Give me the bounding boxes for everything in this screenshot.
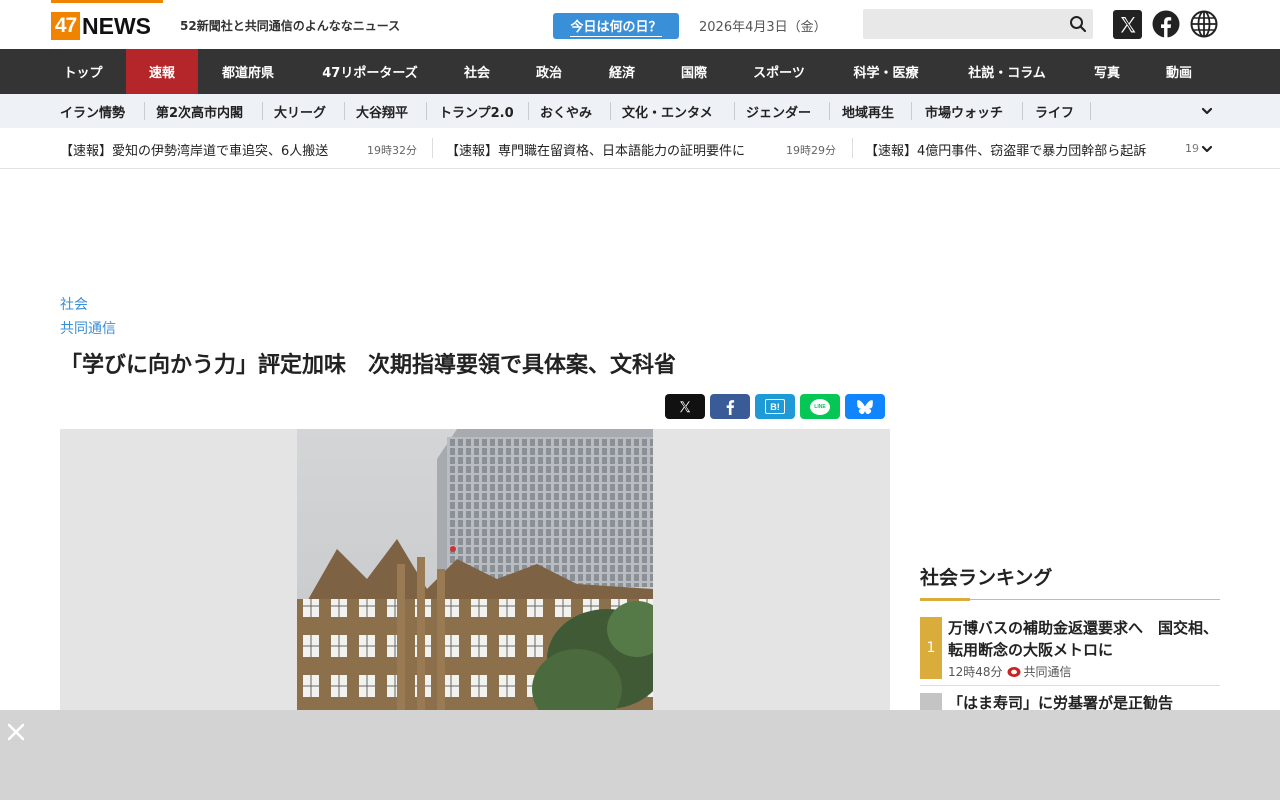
topic-divider (610, 102, 611, 120)
share-facebook-button[interactable] (710, 394, 750, 419)
ranking-accent-bar (920, 598, 970, 601)
nav-item-international[interactable]: 国際 (658, 49, 730, 94)
ranking-item-time: 12時48分 (948, 665, 1003, 679)
logo-number: 47 (51, 12, 80, 40)
nav-item-science[interactable]: 科学・医療 (828, 49, 944, 94)
nav-item-sports[interactable]: スポーツ (730, 49, 828, 94)
ticker-headline[interactable]: 【速報】4億円事件、窃盗罪で暴力団幹部ら起訴 (865, 140, 1146, 159)
rank-number: 1 (920, 617, 942, 679)
topic-divider (528, 102, 529, 120)
topic-divider (144, 102, 145, 120)
nav-item-politics[interactable]: 政治 (512, 49, 586, 94)
chevron-down-icon[interactable] (1200, 142, 1214, 156)
bottom-ad-banner (0, 710, 1280, 800)
topic-item-regional[interactable]: 地域再生 (842, 94, 894, 128)
close-icon[interactable] (6, 722, 26, 742)
globe-icon[interactable] (1190, 10, 1218, 38)
ranking-heading: 社会ランキング (920, 567, 1053, 589)
article-category-link[interactable]: 社会 (60, 294, 88, 314)
logo-name: NEWS (82, 12, 151, 39)
site-header: 47 NEWS 52新聞社と共同通信のよんななニュース 今日は何の日？ 2026… (0, 0, 1280, 49)
topic-divider (829, 102, 830, 120)
logo-accent-bar (51, 0, 163, 3)
hatena-icon: B! (765, 399, 785, 414)
article-title: 「学びに向かう力」評定加味 次期指導要領で具体案、文科省 (60, 353, 677, 378)
share-bluesky-button[interactable] (845, 394, 885, 419)
nav-item-editorial[interactable]: 社説・コラム (944, 49, 1070, 94)
topic-item-obituaries[interactable]: おくやみ (540, 94, 592, 128)
chevron-down-icon[interactable] (1200, 104, 1214, 118)
topic-item-iran[interactable]: イラン情勢 (60, 94, 125, 128)
today-in-history-button[interactable]: 今日は何の日？ (553, 13, 679, 39)
nav-item-videos[interactable]: 動画 (1144, 49, 1214, 94)
topic-divider (1022, 102, 1023, 120)
article-photo[interactable] (297, 429, 653, 719)
share-line-button[interactable]: LINE (800, 394, 840, 419)
topic-item-ohtani[interactable]: 大谷翔平 (356, 94, 408, 128)
topic-item-gender[interactable]: ジェンダー (746, 94, 811, 128)
ranking-item-source: 共同通信 (1023, 665, 1072, 679)
topic-divider (734, 102, 735, 120)
topic-nav: イラン情勢 第2次高市内閣 大リーグ 大谷翔平 トランプ2.0 おくやみ 文化・… (0, 94, 1280, 128)
nav-item-society[interactable]: 社会 (442, 49, 512, 94)
main-nav: トップ 速報 都道府県 47リポーターズ 社会 政治 経済 国際 スポーツ 科学… (0, 49, 1280, 94)
topic-item-mlb[interactable]: 大リーグ (274, 94, 326, 128)
topic-divider (911, 102, 912, 120)
ticker-time: 19時29分 (786, 144, 836, 157)
nav-item-economy[interactable]: 経済 (586, 49, 658, 94)
topic-item-life[interactable]: ライフ (1035, 94, 1074, 128)
x-icon (680, 400, 691, 412)
breaking-news-ticker: 【速報】愛知の伊勢湾岸道で車追突、6人搬送 19時32分 【速報】専門職在留資格… (0, 128, 1280, 169)
topic-divider (344, 102, 345, 120)
building-photo-illustration (297, 429, 653, 719)
nav-item-prefectures[interactable]: 都道府県 (198, 49, 298, 94)
topic-item-trump[interactable]: トランプ2.0 (439, 94, 514, 128)
ranking-item-divider (920, 685, 1220, 686)
line-icon: LINE (810, 398, 830, 415)
facebook-icon (726, 399, 735, 415)
ticker-divider (432, 138, 433, 158)
x-icon[interactable] (1113, 10, 1142, 39)
search-input[interactable] (869, 13, 1059, 35)
nav-item-photos[interactable]: 写真 (1070, 49, 1144, 94)
topic-item-market[interactable]: 市場ウォッチ (925, 94, 1003, 128)
topic-item-takaichi[interactable]: 第2次高市内閣 (156, 94, 243, 128)
ranking-item-meta: 12時48分 共同通信 (948, 663, 1072, 680)
kyodo-logo-icon (1007, 666, 1021, 677)
search-icon[interactable] (1069, 15, 1087, 33)
ticker-headline[interactable]: 【速報】専門職在留資格、日本語能力の証明要件に (446, 140, 745, 159)
current-date: 2026年4月3日（金） (699, 20, 827, 35)
ranking-item-title[interactable]: 万博バスの補助金返還要求へ 国交相、転用断念の大阪メトロに (948, 617, 1218, 661)
search-box (863, 9, 1093, 39)
ticker-headline[interactable]: 【速報】愛知の伊勢湾岸道で車追突、6人搬送 (60, 140, 328, 159)
article-photo-frame (60, 429, 890, 719)
topic-divider (262, 102, 263, 120)
facebook-icon[interactable] (1152, 10, 1180, 38)
topic-divider (1090, 102, 1091, 120)
article-source-link[interactable]: 共同通信 (60, 318, 116, 338)
ticker-time: 19時32分 (367, 144, 417, 157)
today-button-label: 今日は何の日？ (570, 16, 662, 37)
ticker-divider (852, 138, 853, 158)
site-tagline: 52新聞社と共同通信のよんななニュース (180, 19, 401, 33)
nav-item-breaking[interactable]: 速報 (126, 49, 198, 94)
site-logo[interactable]: 47 NEWS (51, 12, 151, 40)
topic-divider (426, 102, 427, 120)
bluesky-icon (857, 399, 873, 414)
nav-item-top[interactable]: トップ (44, 49, 122, 94)
share-x-button[interactable] (665, 394, 705, 419)
share-hatena-button[interactable]: B! (755, 394, 795, 419)
topic-item-culture[interactable]: 文化・エンタメ (622, 94, 713, 128)
nav-item-reporters[interactable]: 47リポーターズ (298, 49, 442, 94)
